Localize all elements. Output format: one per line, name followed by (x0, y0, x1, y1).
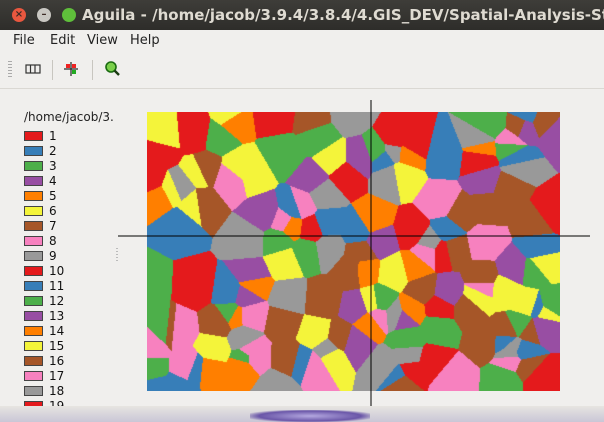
title-bar: × – Aguila - /home/jacob/3.9.4/3.8.4/4.G… (0, 0, 604, 30)
raster-classes (147, 112, 560, 391)
legend-label: 19 (49, 399, 65, 406)
close-icon: × (14, 9, 24, 20)
menu-view[interactable]: View (87, 33, 118, 48)
close-window-button[interactable]: × (12, 8, 26, 22)
minimize-icon: – (41, 9, 47, 20)
menu-bar: File Edit View Help (0, 30, 604, 52)
crosshair-cursor-icon (64, 62, 78, 76)
legend-label: 17 (49, 369, 65, 383)
maximize-window-button[interactable] (62, 8, 76, 22)
legend-path: /home/jacob/3. (24, 110, 114, 124)
legend-label: 15 (49, 339, 65, 353)
menu-file[interactable]: File (13, 33, 35, 48)
legend-label: 13 (49, 309, 65, 323)
legend-swatch (24, 311, 43, 321)
zoom-icon (105, 61, 120, 76)
legend-label: 5 (49, 189, 57, 203)
desktop-background (250, 410, 370, 422)
legend-label: 7 (49, 219, 57, 233)
toolbar-separator (92, 60, 93, 80)
maximize-icon (62, 8, 76, 22)
legend-label: 12 (49, 294, 65, 308)
legend-label: 6 (49, 204, 57, 218)
legend-swatch (24, 131, 43, 141)
legend-swatch (24, 356, 43, 366)
legend-swatch (24, 206, 43, 216)
zoom-button[interactable] (101, 58, 123, 80)
legend-label: 2 (49, 144, 57, 158)
toolbar-grip[interactable] (8, 61, 12, 79)
legend-swatch (24, 371, 43, 381)
legend-swatch (24, 236, 43, 246)
legend-label: 11 (49, 279, 65, 293)
menu-edit[interactable]: Edit (50, 33, 75, 48)
legend-label: 4 (49, 174, 57, 188)
legend-label: 1 (49, 129, 57, 143)
legend-label: 14 (49, 324, 65, 338)
legend-swatch (24, 251, 43, 261)
window-title: Aguila - /home/jacob/3.9.4/3.8.4/4.GIS_D… (82, 6, 604, 24)
legend-label: 16 (49, 354, 65, 368)
legend-swatch (24, 326, 43, 336)
legend-label: 8 (49, 234, 57, 248)
split-view-icon (25, 64, 41, 74)
minimize-window-button[interactable]: – (37, 8, 51, 22)
legend-swatch (24, 176, 43, 186)
split-view-button[interactable] (22, 58, 44, 80)
legend-swatch (24, 161, 43, 171)
aguila-window: × – Aguila - /home/jacob/3.9.4/3.8.4/4.G… (0, 0, 604, 422)
legend-label: 3 (49, 159, 57, 173)
map-view[interactable] (118, 100, 604, 406)
legend-swatch (24, 146, 43, 156)
legend-swatch (24, 221, 43, 231)
legend-label: 10 (49, 264, 65, 278)
voronoi-map[interactable] (147, 112, 560, 391)
legend-label: 9 (49, 249, 57, 263)
legend-swatch (24, 386, 43, 396)
toolbar (0, 52, 604, 89)
legend-swatch (24, 266, 43, 276)
legend-swatch (24, 281, 43, 291)
legend-panel: /home/jacob/3. 1 2 3 4 5 6 7 8 9 10 11 12 13 14 15 16 17… (0, 100, 118, 406)
toolbar-separator (52, 60, 53, 80)
cursor-tool-button[interactable] (60, 58, 82, 80)
legend-label: 18 (49, 384, 65, 398)
legend-swatch (24, 341, 43, 351)
legend-swatch (24, 296, 43, 306)
legend-swatch (24, 191, 43, 201)
menu-help[interactable]: Help (130, 33, 160, 48)
